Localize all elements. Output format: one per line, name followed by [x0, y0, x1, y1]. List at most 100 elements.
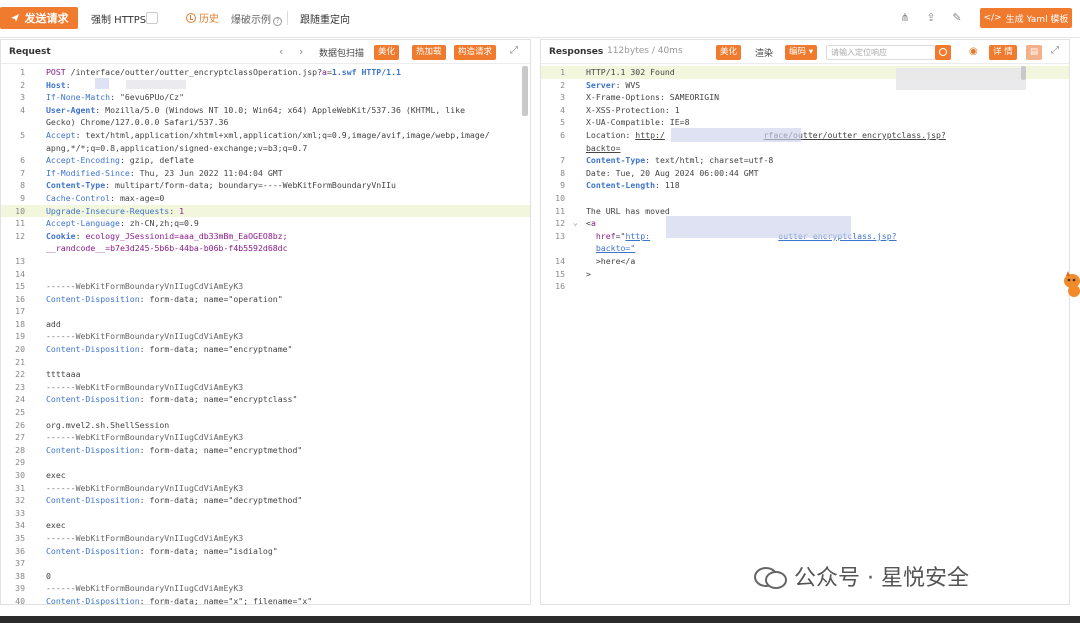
- request-scrollbar[interactable]: [522, 66, 528, 116]
- code-token: :: [75, 230, 86, 241]
- redacted-host-part: [95, 78, 109, 89]
- redacted-top: [896, 68, 1026, 90]
- fold-chevron-icon[interactable]: ⌄: [573, 217, 578, 230]
- send-request-label: 发送请求: [24, 12, 69, 25]
- line-content: Content-Type: text/html; charset=utf-8: [586, 154, 773, 167]
- redacted-location: [671, 128, 801, 142]
- detail-button[interactable]: 详 情: [989, 45, 1017, 60]
- code-token: href: [595, 230, 616, 241]
- line-number: 4: [560, 104, 565, 115]
- encoding-dropdown[interactable]: 编码 ▾: [785, 45, 817, 60]
- response-editor[interactable]: 1 HTTP/1.1 302 Found 2 Server: WVS 3 X-Frame-…: [541, 66, 1069, 293]
- code-line: 33: [1, 507, 530, 520]
- line-content: Host:: [46, 79, 71, 92]
- history-button[interactable]: 历史: [186, 10, 219, 25]
- code-token: 0: [46, 570, 51, 581]
- code-token: ------WebKitFormBoundaryVnIIugCdViAmEyK3: [46, 583, 244, 594]
- code-token: : 118: [655, 180, 680, 191]
- redacted-href: [666, 216, 851, 238]
- line-content: backto=: [586, 142, 621, 155]
- code-token: POST: [46, 67, 66, 77]
- render-button[interactable]: 渲染: [755, 46, 773, 59]
- request-editor[interactable]: 1 POST /interface/outter/outter_encryptcl…: [1, 66, 530, 608]
- code-line: 19 ------WebKitFormBoundaryVnIIugCdViAmEy…: [1, 330, 530, 343]
- expand-icon[interactable]: ⤢: [510, 45, 518, 56]
- code-token: Content-Disposition: [46, 344, 140, 355]
- line-number: 21: [15, 356, 25, 367]
- line-content: Content-Length: 118: [586, 179, 680, 192]
- code-line: 15 ------WebKitFormBoundaryVnIIugCdViAmEy…: [1, 280, 530, 293]
- response-search-input[interactable]: 请输入定位响应: [826, 45, 936, 60]
- line-content: Content-Disposition: form-data; name="is…: [46, 545, 278, 558]
- code-token: 1.swf HTTP/1.1: [331, 67, 401, 77]
- beautify-response-button[interactable]: 美化: [716, 45, 742, 60]
- code-token: ecology_JSessionid=aaa_db33mBm_EaOGEO8bz…: [85, 230, 288, 241]
- search-placeholder: 请输入定位响应: [831, 48, 887, 57]
- next-arrow-icon[interactable]: ›: [299, 45, 303, 58]
- construct-request-button[interactable]: 构造请求: [454, 45, 497, 60]
- force-https-checkbox[interactable]: [146, 12, 158, 24]
- code-token: org.mvel2.sh.ShellSession: [46, 419, 170, 430]
- panel-icon[interactable]: ▤: [1026, 45, 1043, 60]
- code-token: : text/html; charset=utf-8: [645, 155, 774, 166]
- code-token: Content-Disposition: [46, 293, 140, 304]
- code-token: Content-Disposition: [46, 495, 140, 506]
- request-header: Request ‹ › 数据包扫描 美化 热加载 构造请求 ⤢: [1, 40, 530, 64]
- code-icon: </>: [983, 13, 1002, 23]
- code-token: : Mozilla/5.0 (Windows NT 10.0; Win64; x…: [95, 104, 465, 115]
- line-content: Content-Disposition: form-data; name="op…: [46, 293, 283, 306]
- beautify-request-button[interactable]: 美化: [374, 45, 400, 60]
- line-content: apng,*/*;q=0.8,application/signed-exchan…: [46, 142, 307, 155]
- code-token: : Thu, 23 Jun 2022 11:04:04 GMT: [129, 167, 283, 178]
- code-line: 15 >: [541, 268, 1069, 281]
- edit-icon[interactable]: ✎: [950, 11, 964, 25]
- crack-example-link[interactable]: 爆破示例?: [231, 11, 282, 26]
- follow-redirect-toggle[interactable]: 跟随重定向: [300, 11, 350, 26]
- code-token: ------WebKitFormBoundaryVnIIugCdViAmEyK3: [46, 482, 244, 493]
- code-line: 4 X-XSS-Protection: 1: [541, 104, 1069, 117]
- chrome-icon[interactable]: ◉: [969, 46, 978, 57]
- line-content: Date: Tue, 20 Aug 2024 06:00:44 GMT: [586, 167, 759, 180]
- share-icon[interactable]: ⋔: [898, 11, 912, 25]
- send-icon: [10, 14, 19, 22]
- line-number: 11: [555, 205, 565, 216]
- line-content: Content-Disposition: form-data; name="en…: [46, 393, 297, 406]
- code-line: 3 X-Frame-Options: SAMEORIGIN: [541, 91, 1069, 104]
- expand-icon[interactable]: ⤢: [1051, 45, 1059, 56]
- response-minimap: [1021, 66, 1026, 80]
- line-content: Server: WVS: [586, 79, 640, 92]
- code-line: 35 ------WebKitFormBoundaryVnIIugCdViAmEy…: [1, 532, 530, 545]
- hot-reload-button[interactable]: 热加载: [412, 45, 446, 60]
- taskbar-strip: [0, 616, 1080, 623]
- line-number: 36: [15, 545, 25, 556]
- line-content: ------WebKitFormBoundaryVnIIugCdViAmEyK3: [46, 330, 243, 343]
- line-number: 12: [15, 230, 25, 241]
- prev-arrow-icon[interactable]: ‹: [279, 45, 283, 58]
- line-number: 14: [555, 255, 565, 266]
- generate-yaml-button[interactable]: </> 生成 Yaml 模板: [980, 8, 1072, 28]
- code-token: X-Frame-Options: SAMEORIGIN: [586, 92, 720, 103]
- code-token: =": [615, 230, 626, 241]
- packet-scan-button[interactable]: 数据包扫描: [319, 46, 364, 59]
- send-request-button[interactable]: 发送请求: [0, 7, 78, 29]
- line-number: 3: [560, 92, 565, 103]
- code-line: 27 ------WebKitFormBoundaryVnIIugCdViAmEy…: [1, 431, 530, 444]
- top-toolbar: 发送请求 强制 HTTPS 历史 爆破示例? 跟随重定向 ⋔ ⇪ ✎ </> 生…: [0, 0, 1080, 38]
- code-line: 28 Content-Disposition: form-data; name="…: [1, 444, 530, 457]
- line-number: 13: [555, 230, 565, 241]
- response-header: Responses 112bytes / 40ms 美化 渲染 编码 ▾ ◉ 详…: [541, 40, 1069, 64]
- code-token: Content-Disposition: [46, 545, 140, 556]
- code-line: 5 Accept: text/html,application/xhtml+xml…: [1, 129, 530, 142]
- code-token: ttttaaa: [46, 369, 81, 380]
- search-icon[interactable]: [935, 45, 951, 60]
- app-window: 发送请求 强制 HTTPS 历史 爆破示例? 跟随重定向 ⋔ ⇪ ✎ </> 生…: [0, 0, 1080, 616]
- line-number: 37: [15, 558, 25, 569]
- code-line: 5 X-UA-Compatible: IE=8: [541, 116, 1069, 129]
- line-number: 11: [15, 218, 25, 229]
- crack-example-label: 爆破示例: [231, 15, 271, 26]
- line-content: backto=": [586, 242, 635, 255]
- upload-icon[interactable]: ⇪: [924, 11, 938, 25]
- line-content: If-None-Match: "6evu6PUo/Cz": [46, 91, 184, 104]
- line-number: 38: [15, 570, 25, 581]
- line-content: The URL has moved: [586, 205, 670, 218]
